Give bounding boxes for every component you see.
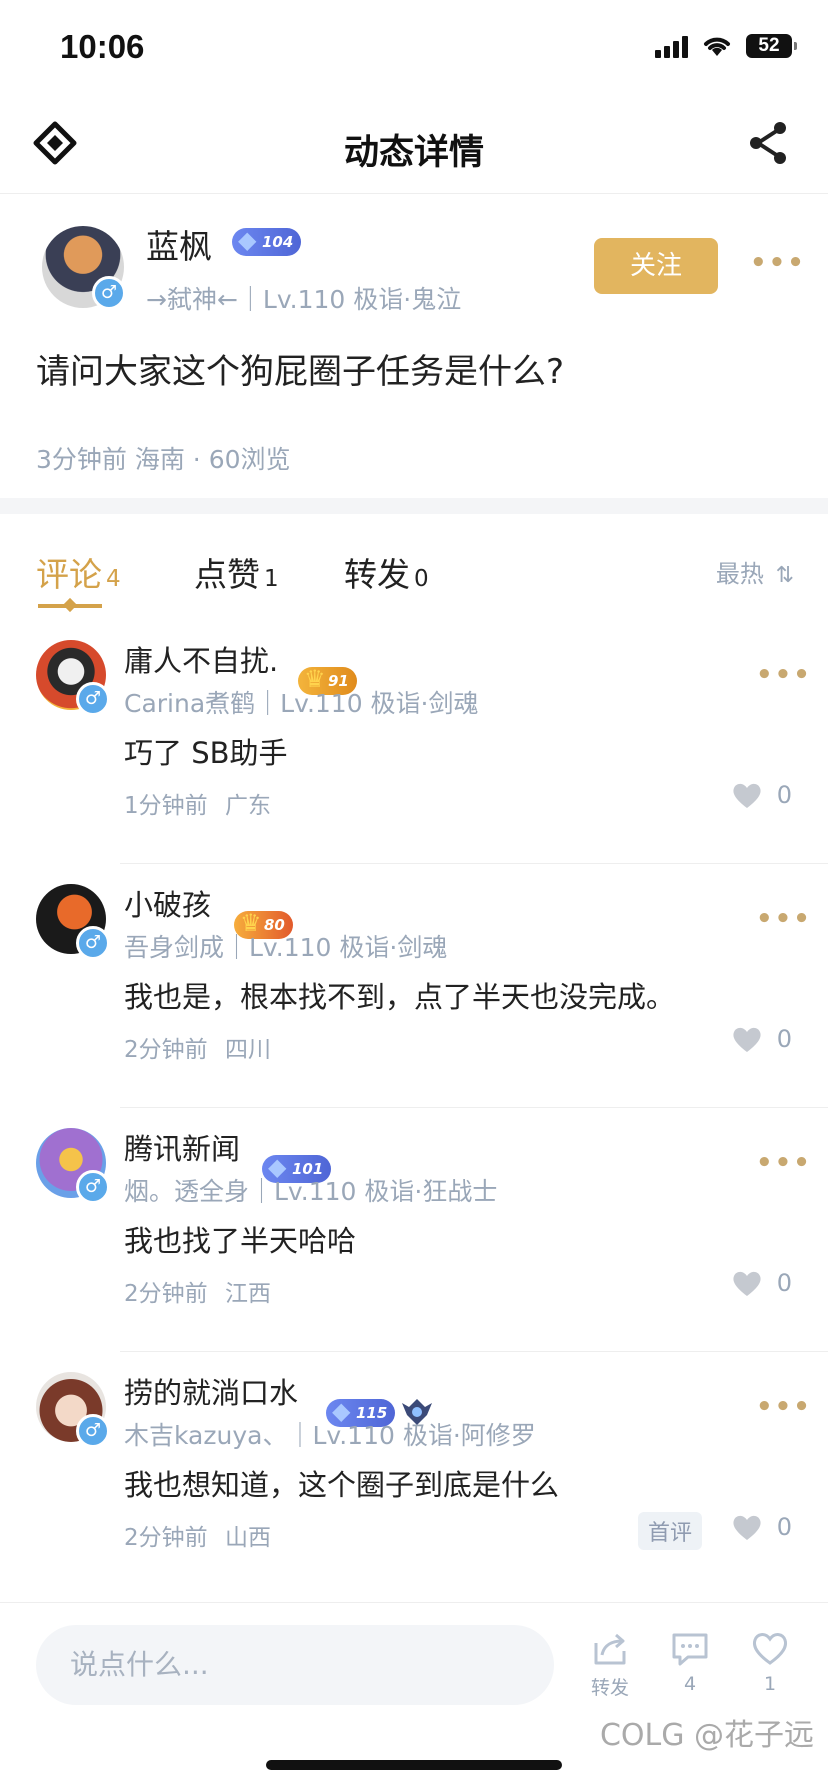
- comment-region: 四川: [224, 1037, 271, 1063]
- comment-icon: [672, 1633, 708, 1666]
- comment-author-name[interactable]: 庸人不自扰.: [124, 638, 278, 680]
- level-badge: 104: [232, 226, 302, 256]
- comment-meta: 1分钟前 广东: [124, 786, 271, 820]
- comment-count: 4: [683, 1673, 697, 1695]
- repost-label: 转发: [590, 1677, 629, 1699]
- male-gender-icon: ♂: [76, 1170, 110, 1204]
- more-options-icon[interactable]: •••: [756, 1392, 812, 1422]
- comment-text: 我也找了半天哈哈: [124, 1224, 357, 1258]
- tab-label: 转发: [344, 555, 410, 594]
- comment-region: 广东: [224, 793, 271, 819]
- comment-meta: 2分钟前 山西: [124, 1518, 271, 1552]
- comment-item: ♂ 庸人不自扰. 91 ••• Carina煮鹤｜Lv.110 极诣·剑魂 巧了…: [0, 620, 828, 864]
- post-card: ♂ 蓝枫 104 →弑神←｜Lv.110 极诣·鬼泣 关注 ••• 请问大家这个…: [0, 196, 828, 496]
- male-gender-icon: ♂: [76, 1414, 110, 1448]
- section-divider: [0, 498, 828, 514]
- post-content: 请问大家这个狗屁圈子任务是什么?: [36, 352, 565, 392]
- tab-comments[interactable]: 评论 4: [36, 548, 121, 596]
- heart-icon: [733, 1027, 761, 1052]
- like-button[interactable]: 0: [731, 1512, 792, 1542]
- share-icon[interactable]: [744, 118, 794, 168]
- comment-item: ♂ 腾讯新闻 101 ••• 烟。透全身｜Lv.110 极诣·狂战士 我也找了半…: [0, 1108, 828, 1352]
- bottom-bar: 说点什么... 转发 4 1 COLG @花子远: [0, 1602, 828, 1792]
- comment-text: 巧了 SB助手: [124, 736, 288, 770]
- comment-author-info: 吾身剑成｜Lv.110 极诣·剑魂: [124, 933, 448, 962]
- tab-label: 评论: [36, 555, 102, 594]
- like-count: 0: [776, 1025, 792, 1053]
- comment-time: 1分钟前: [124, 793, 208, 819]
- tab-label: 点赞: [194, 555, 260, 594]
- more-options-icon[interactable]: •••: [756, 904, 812, 934]
- like-button[interactable]: 0: [731, 1268, 792, 1298]
- comment-item: ♂ 小破孩 80 ••• 吾身剑成｜Lv.110 极诣·剑魂 我也是，根本找不到…: [0, 864, 828, 1108]
- sort-label: 最热: [715, 560, 764, 588]
- status-icons: 52: [655, 34, 797, 58]
- comment-region: 江西: [224, 1281, 271, 1307]
- like-button[interactable]: 0: [731, 780, 792, 810]
- male-gender-icon: ♂: [92, 276, 126, 310]
- home-indicator[interactable]: [266, 1760, 562, 1770]
- tab-likes[interactable]: 点赞 1: [194, 548, 279, 596]
- comment-author-info: Carina煮鹤｜Lv.110 极诣·剑魂: [124, 689, 479, 718]
- comment-text: 我也想知道，这个圈子到底是什么: [124, 1468, 560, 1502]
- comment-text: 我也是，根本找不到，点了半天也没完成。: [124, 980, 676, 1014]
- comment-input[interactable]: 说点什么...: [36, 1625, 554, 1705]
- comment-meta: 2分钟前 四川: [124, 1030, 271, 1064]
- comment-region: 山西: [224, 1525, 271, 1551]
- page-title: 动态详情: [343, 133, 484, 173]
- more-options-icon[interactable]: •••: [750, 248, 806, 278]
- cellular-signal-icon: [655, 34, 688, 58]
- comment-author-name[interactable]: 腾讯新闻: [124, 1126, 240, 1168]
- comment-time: 2分钟前: [124, 1037, 208, 1063]
- comment-author-info: 木吉kazuya、｜Lv.110 极诣·阿修罗: [124, 1421, 536, 1450]
- comment-author-info: 烟。透全身｜Lv.110 极诣·狂战士: [124, 1177, 498, 1206]
- like-count: 0: [776, 1513, 792, 1541]
- post-meta: 3分钟前 海南 · 60浏览: [36, 445, 291, 474]
- male-gender-icon: ♂: [76, 926, 110, 960]
- heart-outline-icon: [752, 1633, 788, 1665]
- heart-icon: [733, 783, 761, 808]
- comment-time: 2分钟前: [124, 1281, 208, 1307]
- sort-toggle[interactable]: 最热 ⇅: [716, 554, 794, 589]
- more-options-icon[interactable]: •••: [756, 1148, 812, 1178]
- active-tab-indicator: [38, 604, 102, 608]
- first-comment-tag: 首评: [638, 1512, 703, 1550]
- tab-count: 1: [264, 566, 279, 592]
- like-button[interactable]: 0: [731, 1024, 792, 1054]
- comment-author-name[interactable]: 捞的就淌口水: [124, 1370, 298, 1412]
- more-options-icon[interactable]: •••: [756, 660, 812, 690]
- heart-icon: [733, 1515, 761, 1540]
- tab-bar: 评论 4 点赞 1 转发 0 最热 ⇅: [0, 540, 828, 620]
- comment-item: ♂ 捞的就淌口水 115 ••• 木吉kazuya、｜Lv.110 极诣·阿修罗…: [0, 1352, 828, 1596]
- battery-icon: 52: [746, 34, 797, 58]
- tab-count: 0: [414, 566, 429, 592]
- comment-author-name[interactable]: 小破孩: [124, 882, 211, 924]
- nav-bar: 动态详情: [0, 96, 828, 194]
- like-count: 0: [776, 781, 792, 809]
- tab-reposts[interactable]: 转发 0: [344, 548, 429, 596]
- post-author-info: →弑神←｜Lv.110 极诣·鬼泣: [146, 285, 462, 314]
- like-post-button[interactable]: 1: [740, 1629, 800, 1695]
- sort-icon: ⇅: [775, 563, 794, 588]
- post-author-name[interactable]: 蓝枫: [146, 220, 212, 268]
- tab-count: 4: [106, 566, 121, 592]
- male-gender-icon: ♂: [76, 682, 110, 716]
- like-count: 1: [763, 1673, 777, 1695]
- wifi-icon: [704, 37, 730, 56]
- watermark: COLG @花子远: [599, 1718, 814, 1753]
- heart-icon: [733, 1271, 761, 1296]
- status-time: 10:06: [60, 28, 145, 65]
- repost-button[interactable]: 转发: [580, 1629, 640, 1700]
- like-count: 0: [776, 1269, 792, 1297]
- status-bar: 10:06 52: [0, 0, 828, 96]
- repost-icon: [594, 1633, 626, 1665]
- follow-button[interactable]: 关注: [594, 238, 718, 294]
- comment-time: 2分钟前: [124, 1525, 208, 1551]
- comment-meta: 2分钟前 江西: [124, 1274, 271, 1308]
- comment-count-button[interactable]: 4: [660, 1629, 720, 1695]
